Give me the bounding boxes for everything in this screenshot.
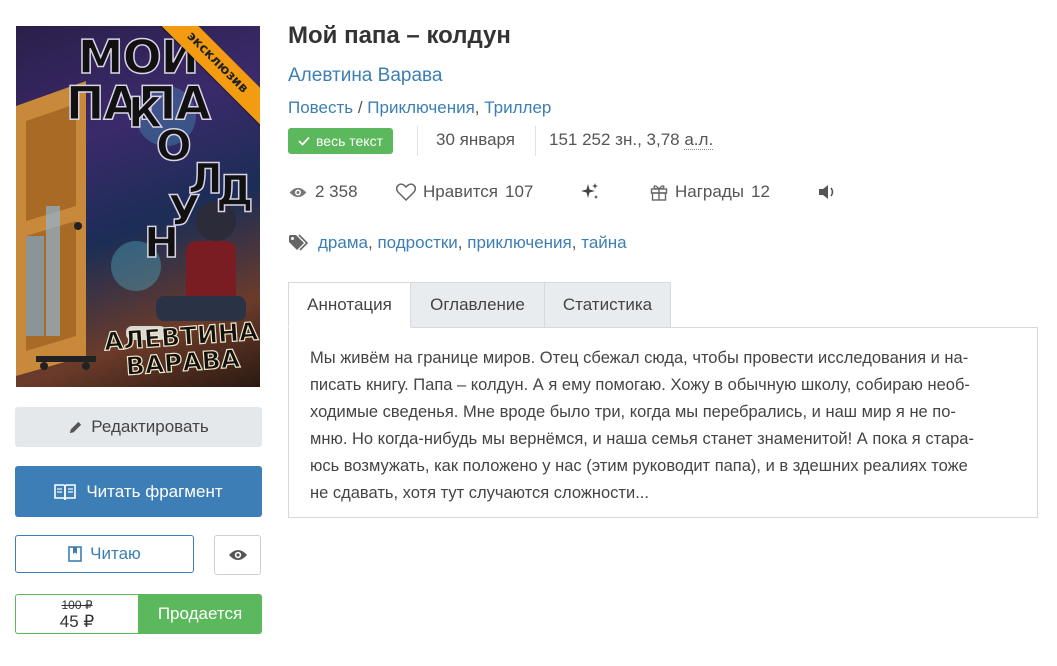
price-box: 100 ₽ 45 ₽ [15, 594, 138, 634]
divider [417, 126, 418, 156]
awards-button[interactable]: Награды 12 [650, 182, 818, 202]
views-count: 2 358 [315, 182, 358, 201]
eye-icon [289, 187, 307, 197]
tag-separator: , [571, 233, 577, 252]
book-cover[interactable]: МОЙ ПАПА К О Л Д У Н АЛЕВТИНА ВАРАВА экс… [16, 26, 260, 387]
cover-letter: О [155, 120, 192, 171]
cover-letter: Н [143, 217, 180, 268]
sparkles-button[interactable] [580, 182, 650, 202]
edit-button-label: Редактировать [91, 417, 209, 436]
tags: драма, подростки, приключения, тайна [288, 233, 627, 253]
genre-separator: , [474, 98, 485, 117]
likes-label: Нравится [423, 182, 499, 201]
status-badge: весь текст [288, 128, 393, 154]
bookmark-book-icon [68, 546, 82, 562]
reading-label: Читаю [90, 544, 141, 563]
tag-link[interactable]: приключения [467, 233, 571, 253]
awards-label: Награды [675, 182, 744, 201]
book-size-chars: 151 252 зн., 3,78 [549, 130, 685, 149]
buy-button[interactable]: Продается [138, 594, 262, 634]
genre-link[interactable]: Триллер [484, 98, 551, 117]
genre-separator: / [353, 98, 368, 117]
annotation-line: не сдавать, хотя тут случаются сложности… [310, 484, 649, 502]
read-fragment-label: Читать фрагмент [86, 481, 223, 501]
likes-count: 107 [505, 182, 534, 201]
annotation-line: юсь возмужать, как положено у нас (этим … [310, 457, 968, 475]
publish-date: 30 января [436, 130, 515, 149]
genres: Повесть / Приключения, Триллер [288, 98, 551, 118]
annotation-line: писать книгу. Папа – колдун. А я ему пом… [310, 376, 970, 394]
tab-contents[interactable]: Оглавление [410, 282, 545, 328]
genre-link[interactable]: Повесть [288, 98, 353, 117]
annotation-line: Мы живём на границе миров. Отец сбежал с… [310, 349, 969, 367]
read-fragment-button[interactable]: Читать фрагмент [15, 466, 262, 517]
book-size: 151 252 зн., 3,78 а.л. [549, 130, 714, 150]
author-sheets-abbr[interactable]: а.л. [684, 130, 714, 150]
tag-separator: , [457, 233, 463, 252]
open-book-icon [54, 483, 77, 500]
heart-icon [396, 183, 416, 201]
status-badge-label: весь текст [316, 133, 383, 149]
sparkles-icon [581, 183, 598, 199]
edit-button[interactable]: Редактировать [15, 407, 262, 447]
speaker-icon [819, 185, 834, 199]
genre-link[interactable]: Приключения [367, 98, 475, 117]
views-stat: 2 358 [288, 182, 396, 202]
cover-letter: Д [215, 165, 254, 216]
tab-annotation[interactable]: Аннотация [288, 282, 411, 328]
tag-link[interactable]: тайна [581, 233, 626, 253]
audio-button[interactable] [818, 184, 838, 200]
tag-separator: , [367, 233, 373, 252]
awards-count: 12 [750, 182, 770, 201]
eye-icon [228, 550, 247, 560]
watch-button[interactable] [214, 535, 261, 575]
annotation-text: Мы живём на границе миров. Отец сбежал с… [310, 345, 1022, 507]
book-title: Мой папа – колдун [288, 22, 511, 49]
reading-button[interactable]: Читаю [15, 535, 194, 573]
cover-author: АЛЕВТИНА ВАРАВА [102, 316, 260, 381]
pencil-icon [70, 421, 82, 433]
annotation-line: мню. Но когда-нибудь мы вернёмся, и наша… [310, 430, 974, 448]
check-icon [298, 136, 310, 146]
old-price: 100 ₽ [61, 598, 93, 612]
gift-icon [650, 185, 668, 201]
like-button[interactable]: Нравится 107 [396, 182, 580, 202]
tab-statistics[interactable]: Статистика [544, 282, 671, 328]
annotation-panel: Мы живём на границе миров. Отец сбежал с… [288, 327, 1038, 518]
tag-link[interactable]: подростки [377, 233, 457, 253]
tags-icon [289, 234, 309, 251]
author-link[interactable]: Алевтина Варава [288, 65, 442, 87]
divider [535, 126, 536, 156]
current-price: 45 ₽ [59, 612, 95, 631]
annotation-line: ходимые сведенья. Мне вроде было три, ко… [310, 403, 956, 421]
tag-link[interactable]: драма [318, 233, 368, 253]
stats-bar: 2 358 Нравится 107 Награды 12 [288, 182, 838, 202]
